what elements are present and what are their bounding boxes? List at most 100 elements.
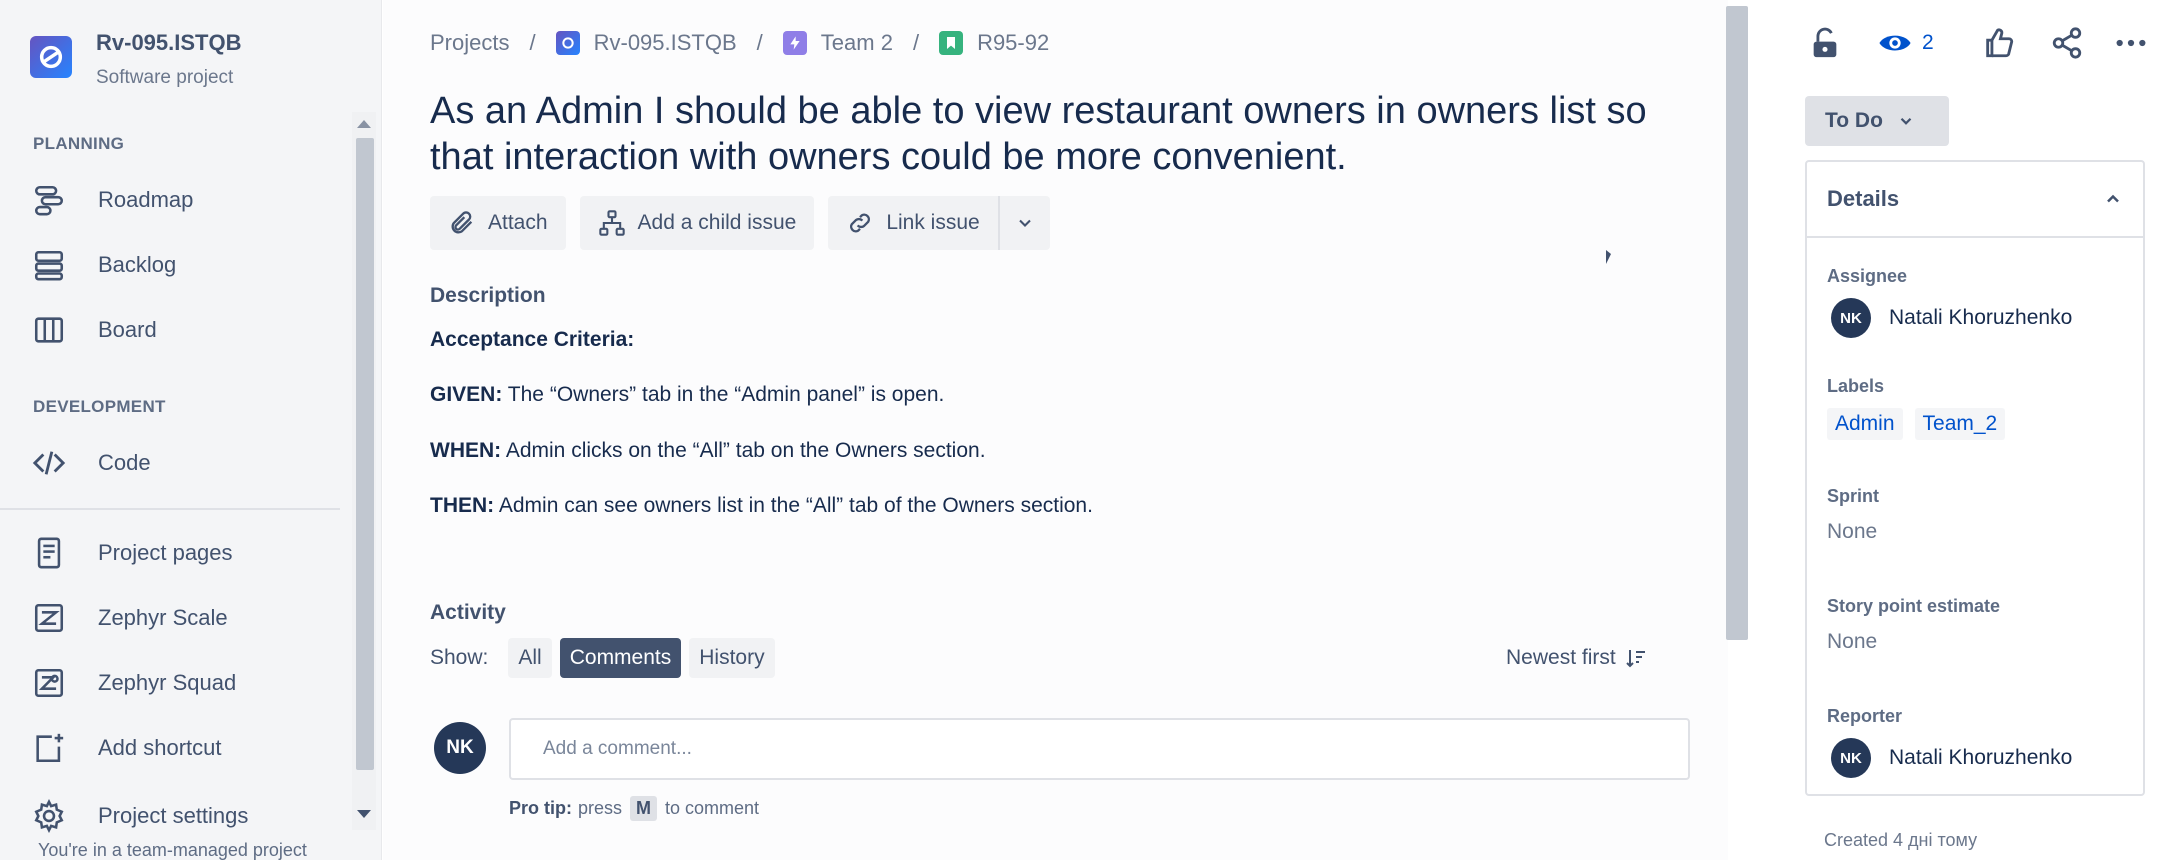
scroll-up-arrow-icon[interactable] — [357, 120, 371, 128]
given-line[interactable]: GIVEN: The “Owners” tab in the “Admin pa… — [430, 383, 944, 407]
link-issue-split-button: Link issue — [828, 196, 1050, 250]
sidebar-item-label: Project settings — [98, 803, 249, 828]
breadcrumb-project[interactable]: Rv-095.ISTQB — [555, 30, 737, 56]
like-button[interactable] — [1982, 26, 2016, 60]
main-scrollbar-thumb[interactable] — [1726, 6, 1748, 640]
sidebar-item-label: Roadmap — [98, 187, 194, 212]
assignee-name: Natali Khoruzhenko — [1889, 306, 2073, 329]
chevron-down-icon — [1900, 117, 1912, 125]
chevron-down-icon — [1018, 219, 1031, 227]
scroll-down-arrow-icon[interactable] — [357, 810, 371, 818]
watch-button[interactable]: 2 — [1878, 26, 1934, 60]
ellipsis-icon — [2116, 39, 2146, 47]
mouse-cursor-icon — [1606, 250, 1611, 264]
thumbs-up-icon — [1985, 28, 2013, 58]
when-line[interactable]: WHEN: Admin clicks on the “All” tab on t… — [430, 439, 986, 463]
sidebar-item-label: Add shortcut — [98, 735, 222, 760]
pro-tip-post: to comment — [665, 798, 760, 818]
tab-history[interactable]: History — [689, 638, 775, 678]
reporter-label: Reporter — [1827, 706, 1903, 726]
tab-all[interactable]: All — [508, 638, 552, 678]
sidebar-item-zephyr-scale[interactable]: Zephyr Scale — [28, 592, 338, 644]
more-actions-button[interactable] — [997, 196, 1050, 250]
sidebar-item-label: Code — [98, 450, 151, 475]
sidebar-item-label: Board — [98, 317, 157, 342]
sidebar-item-add-shortcut[interactable]: Add shortcut — [28, 722, 338, 774]
sidebar-item-label: Zephyr Squad — [98, 670, 237, 695]
attach-button[interactable]: Attach — [430, 196, 566, 250]
gear-icon — [28, 795, 70, 837]
more-options-button[interactable] — [2114, 26, 2148, 60]
pages-icon — [28, 532, 70, 574]
board-icon — [28, 309, 70, 351]
share-button[interactable] — [2050, 26, 2084, 60]
then-text: Admin can see owners list in the “All” t… — [494, 494, 1093, 517]
issue-main-panel: Projects / Rv-095.ISTQB / Team 2 / R95-9… — [383, 0, 1748, 860]
development-section-label: DEVELOPMENT — [33, 397, 166, 416]
then-line[interactable]: THEN: Admin can see owners list in the “… — [430, 494, 1093, 518]
acceptance-criteria-heading[interactable]: Acceptance Criteria: — [430, 328, 634, 352]
assignee-field[interactable]: NK Natali Khoruzhenko — [1831, 298, 2072, 338]
sidebar-divider — [0, 508, 340, 510]
backlog-icon — [28, 244, 70, 286]
sidebar-item-board[interactable]: Board — [28, 304, 338, 356]
story-point-value[interactable]: None — [1827, 630, 1877, 654]
add-shortcut-icon — [28, 727, 70, 769]
breadcrumb-issue[interactable]: R95-92 — [939, 30, 1049, 56]
label-chip-admin[interactable]: Admin — [1827, 408, 1903, 440]
hierarchy-icon — [598, 210, 625, 236]
unlock-icon — [1813, 27, 1837, 58]
status-dropdown[interactable]: To Do — [1805, 96, 1949, 146]
avatar: NK — [1831, 298, 1871, 338]
pro-tip: Pro tip: press M to comment — [509, 796, 759, 821]
sidebar-item-project-pages[interactable]: Project pages — [28, 527, 338, 579]
comment-input[interactable]: Add a comment... — [509, 718, 1690, 780]
given-text: The “Owners” tab in the “Admin panel” is… — [502, 383, 945, 406]
sidebar-item-project-settings[interactable]: Project settings — [28, 790, 338, 842]
lightning-icon — [782, 31, 807, 55]
sort-label: Newest first — [1506, 646, 1616, 669]
description-heading: Description — [430, 284, 546, 307]
breadcrumb: Projects / Rv-095.ISTQB / Team 2 / R95-9… — [430, 30, 1049, 56]
issue-actions: 2 — [1808, 26, 2148, 60]
sidebar-item-zephyr-squad[interactable]: Zephyr Squad — [28, 657, 338, 709]
status-label: To Do — [1825, 109, 1883, 132]
activity-heading: Activity — [430, 601, 506, 624]
details-toggle[interactable]: Details — [1807, 162, 2143, 238]
label-chip-team-2[interactable]: Team_2 — [1914, 408, 2006, 440]
shortcut-key: M — [630, 796, 658, 821]
sidebar-item-code[interactable]: Code — [28, 437, 338, 489]
link-issue-button[interactable]: Link issue — [828, 196, 998, 250]
then-key: THEN: — [430, 494, 495, 517]
sprint-value[interactable]: None — [1827, 520, 1877, 544]
restrictions-button[interactable] — [1808, 26, 1842, 60]
sidebar-item-roadmap[interactable]: Roadmap — [28, 174, 338, 226]
roadmap-icon — [28, 179, 70, 221]
project-name: Rv-095.ISTQB — [96, 30, 242, 55]
breadcrumb-team[interactable]: Team 2 — [782, 30, 893, 56]
sidebar-scrollbar-thumb[interactable] — [356, 138, 374, 770]
pro-tip-label: Pro tip: — [509, 798, 572, 818]
issue-toolbar: Attach Add a child issue Link issue — [430, 196, 1050, 250]
breadcrumb-project-label: Rv-095.ISTQB — [593, 30, 737, 55]
reporter-field[interactable]: NK Natali Khoruzhenko — [1831, 738, 2072, 778]
project-header[interactable]: Rv-095.ISTQB Software project — [30, 28, 242, 92]
created-timestamp: Created 4 дні тому — [1824, 830, 1978, 850]
sort-descending-icon — [1625, 650, 1645, 668]
add-child-issue-button[interactable]: Add a child issue — [579, 196, 815, 250]
acceptance-criteria-label: Acceptance Criteria: — [430, 328, 635, 351]
tab-comments[interactable]: Comments — [559, 638, 682, 678]
share-icon — [2052, 27, 2081, 59]
watchers-count: 2 — [1922, 31, 1934, 54]
sidebar-item-label: Zephyr Scale — [98, 605, 228, 630]
story-icon — [939, 31, 964, 55]
attach-label: Attach — [488, 211, 548, 234]
issue-details-panel: 2 To Do Details Assignee NK Natali Khoru… — [1748, 0, 2178, 860]
sort-order-button[interactable]: Newest first — [1506, 646, 1648, 670]
planning-section-label: PLANNING — [33, 134, 125, 153]
assignee-label: Assignee — [1827, 266, 1908, 286]
link-issue-label: Link issue — [886, 211, 980, 234]
issue-title[interactable]: As an Admin I should be able to view res… — [430, 88, 1690, 180]
breadcrumb-projects[interactable]: Projects — [430, 30, 509, 56]
sidebar-item-backlog[interactable]: Backlog — [28, 239, 338, 291]
